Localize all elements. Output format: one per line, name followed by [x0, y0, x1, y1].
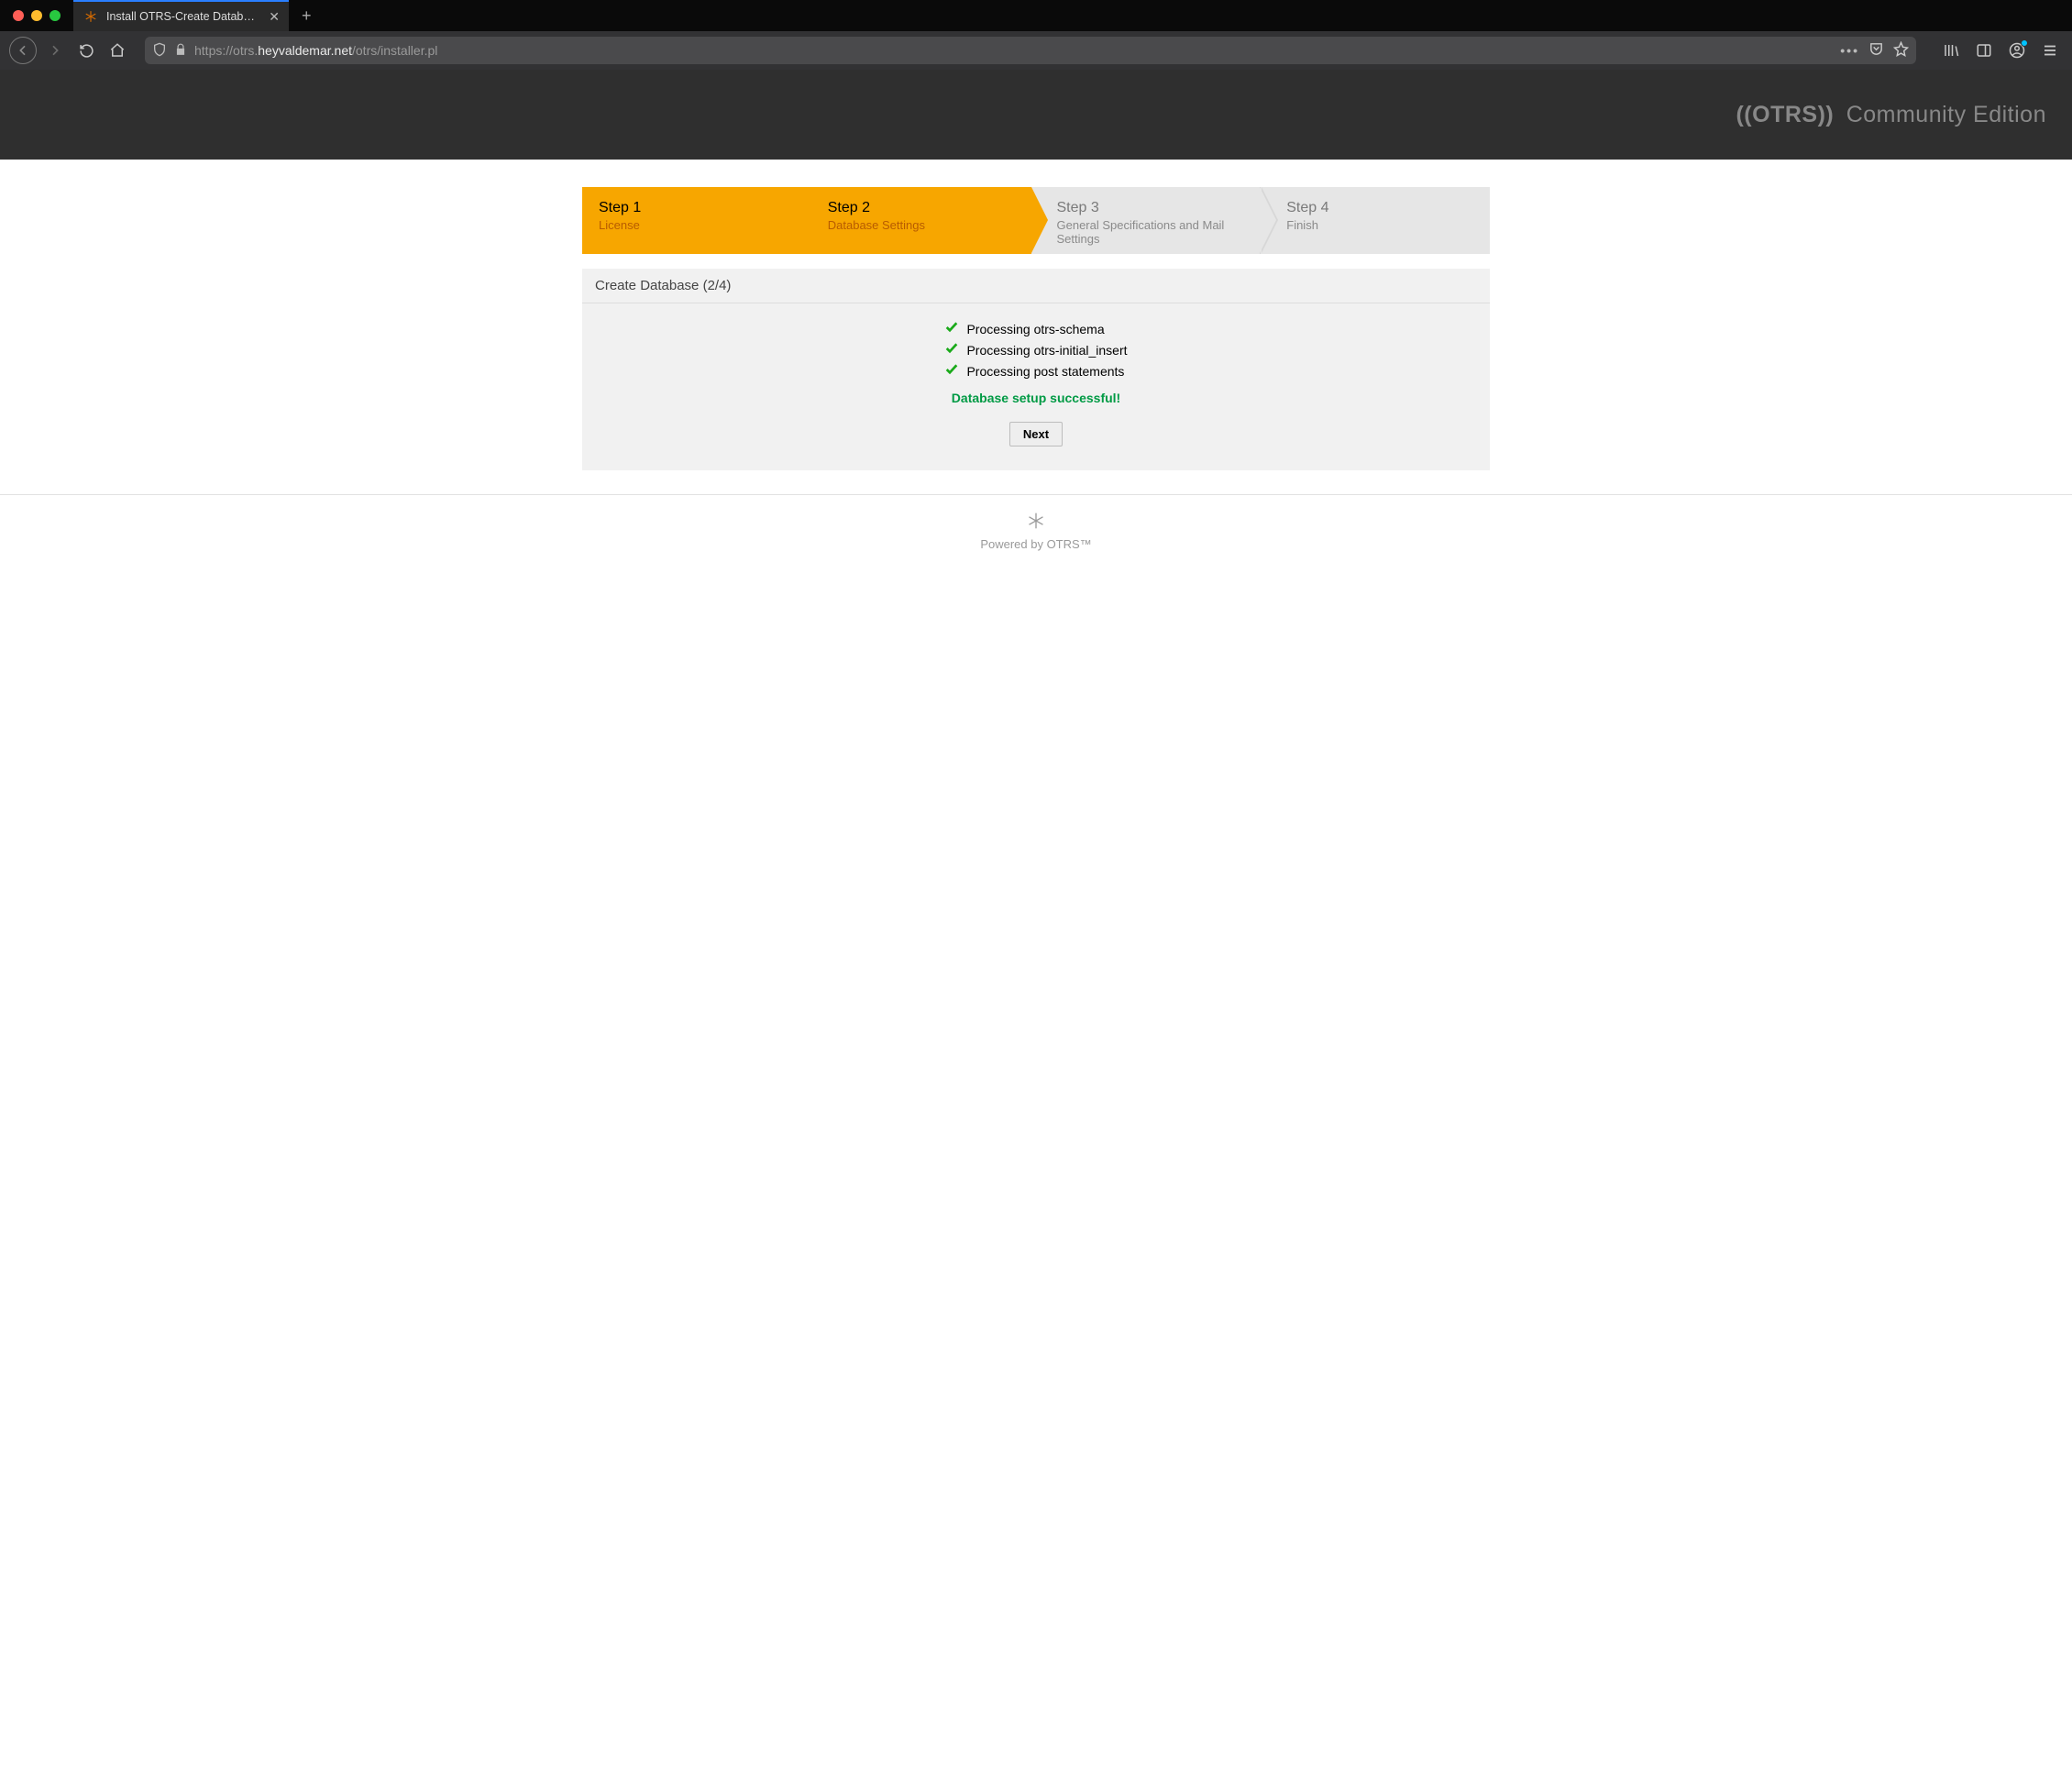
step-sub: General Specifications and Mail Settings	[1057, 218, 1246, 246]
tab-favicon-icon	[84, 10, 97, 23]
url-text: https://otrs.heyvaldemar.net/otrs/instal…	[194, 43, 437, 58]
footer-logo-icon	[1027, 512, 1045, 530]
browser-tabbar: Install OTRS-Create Database - ✕ +	[0, 0, 2072, 31]
process-item: Processing otrs-schema	[944, 320, 1104, 337]
wizard-steps: Step 1 License Step 2 Database Settings …	[582, 187, 1490, 254]
step-sub: Database Settings	[828, 218, 1017, 232]
window-minimize[interactable]	[31, 10, 42, 21]
window-maximize[interactable]	[50, 10, 61, 21]
step-3: Step 3 General Specifications and Mail S…	[1031, 187, 1261, 254]
tab-close-icon[interactable]: ✕	[269, 9, 280, 25]
page-footer: Powered by OTRS™	[0, 494, 2072, 579]
process-text: Processing otrs-schema	[966, 322, 1104, 336]
step-title: Step 4	[1286, 200, 1475, 216]
step-1: Step 1 License	[582, 187, 802, 254]
panel: Create Database (2/4) Processing otrs-sc…	[582, 269, 1490, 470]
check-icon	[944, 320, 959, 337]
step-2: Step 2 Database Settings	[802, 187, 1031, 254]
new-tab-button[interactable]: +	[289, 6, 325, 26]
footer-text: Powered by OTRS™	[980, 537, 1091, 551]
step-sub: Finish	[1286, 218, 1475, 232]
brand-name: ((OTRS))	[1736, 102, 1834, 127]
browser-tab[interactable]: Install OTRS-Create Database - ✕	[73, 0, 289, 31]
nav-reload-button[interactable]	[73, 38, 99, 63]
bookmark-star-icon[interactable]	[1893, 41, 1909, 60]
pocket-icon[interactable]	[1868, 41, 1884, 60]
page-header: ((OTRS)) Community Edition	[0, 70, 2072, 160]
shield-icon[interactable]	[152, 42, 167, 60]
window-controls	[0, 0, 73, 31]
next-button[interactable]: Next	[1009, 422, 1063, 447]
step-title: Step 1	[599, 200, 788, 216]
menu-icon[interactable]	[2037, 38, 2063, 63]
nav-home-button[interactable]	[105, 38, 130, 63]
nav-back-button[interactable]	[9, 37, 37, 64]
notification-dot	[2021, 39, 2028, 47]
process-item: Processing otrs-initial_insert	[944, 341, 1127, 358]
check-icon	[944, 362, 959, 380]
step-title: Step 3	[1057, 200, 1246, 216]
panel-title: Create Database (2/4)	[582, 269, 1490, 303]
brand-edition: Community Edition	[1846, 102, 2046, 127]
step-sub: License	[599, 218, 788, 232]
page-actions-icon[interactable]: •••	[1840, 43, 1859, 58]
browser-toolbar: https://otrs.heyvaldemar.net/otrs/instal…	[0, 31, 2072, 70]
page-body: Step 1 License Step 2 Database Settings …	[0, 160, 2072, 579]
account-icon[interactable]	[2004, 38, 2030, 63]
tab-title: Install OTRS-Create Database -	[106, 10, 259, 23]
check-icon	[944, 341, 959, 358]
lock-icon[interactable]	[174, 43, 187, 59]
url-bar[interactable]: https://otrs.heyvaldemar.net/otrs/instal…	[145, 37, 1916, 64]
success-message: Database setup successful!	[952, 391, 1120, 405]
process-list: Processing otrs-schema Processing otrs-i…	[944, 320, 1127, 380]
process-item: Processing post statements	[944, 362, 1124, 380]
sidebar-icon[interactable]	[1971, 38, 1997, 63]
step-title: Step 2	[828, 200, 1017, 216]
window-close[interactable]	[13, 10, 24, 21]
brand-logo: ((OTRS)) Community Edition	[1736, 102, 2046, 128]
process-text: Processing otrs-initial_insert	[966, 343, 1127, 358]
process-text: Processing post statements	[966, 364, 1124, 379]
nav-forward-button[interactable]	[42, 38, 68, 63]
step-4: Step 4 Finish	[1260, 187, 1490, 254]
library-icon[interactable]	[1938, 38, 1964, 63]
